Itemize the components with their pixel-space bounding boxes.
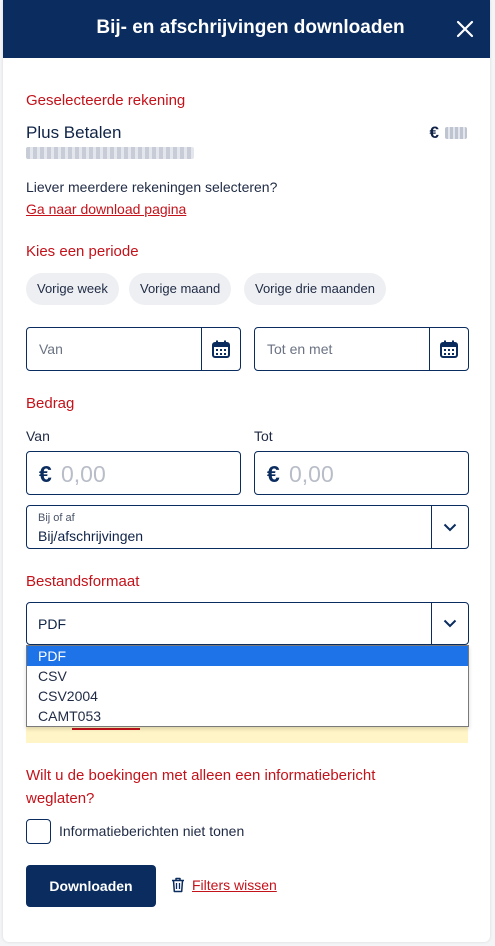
calendar-icon[interactable] bbox=[201, 328, 240, 370]
date-to-field[interactable]: Tot en met bbox=[254, 327, 469, 371]
chevron-down-icon[interactable] bbox=[431, 603, 468, 644]
info-checkbox[interactable] bbox=[26, 819, 51, 844]
format-option-pdf[interactable]: PDF bbox=[27, 646, 468, 666]
download-button[interactable]: Downloaden bbox=[26, 865, 156, 907]
format-option-csv2004[interactable]: CSV2004 bbox=[27, 686, 468, 706]
dialog-title: Bij- en afschrijvingen downloaden bbox=[96, 17, 405, 38]
chip-previous-month[interactable]: Vorige maand bbox=[129, 273, 232, 305]
amount-section-label: Bedrag bbox=[26, 395, 75, 412]
amount-from-placeholder: 0,00 bbox=[61, 461, 106, 487]
account-name: Plus Betalen bbox=[26, 123, 122, 142]
euro-sign: € bbox=[39, 461, 52, 487]
format-section-label: Bestandsformaat bbox=[26, 573, 140, 590]
dialog-header: Bij- en afschrijvingen downloaden bbox=[3, 0, 490, 58]
balance-masked bbox=[445, 127, 467, 139]
info-checkbox-label[interactable]: Informatieberichten niet tonen bbox=[59, 823, 244, 839]
account-section-label: Geselecteerde rekening bbox=[26, 92, 186, 109]
multi-account-question: Liever meerdere rekeningen selecteren? bbox=[26, 179, 278, 195]
date-from-placeholder: Van bbox=[39, 341, 63, 357]
amount-to-label: Tot bbox=[254, 428, 273, 444]
notice-underline bbox=[72, 728, 140, 730]
chip-previous-three-months[interactable]: Vorige drie maanden bbox=[244, 273, 386, 305]
info-question: Wilt u de boekingen met alleen een infor… bbox=[26, 767, 376, 807]
chip-previous-week[interactable]: Vorige week bbox=[26, 273, 119, 305]
amount-from-label: Van bbox=[26, 428, 50, 444]
period-section-label: Kies een periode bbox=[26, 243, 139, 260]
amount-from-input[interactable]: € 0,00 bbox=[26, 451, 241, 495]
format-option-camt053[interactable]: CAMT053 bbox=[27, 706, 468, 726]
download-dialog: Bij- en afschrijvingen downloaden Gesele… bbox=[3, 0, 490, 942]
clear-filters-label: Filters wissen bbox=[192, 877, 277, 893]
trash-icon bbox=[172, 877, 184, 893]
direction-select-value: Bij/afschrijvingen bbox=[38, 528, 144, 544]
direction-select-label: Bij of af bbox=[38, 512, 75, 524]
clear-filters-button[interactable]: Filters wissen bbox=[171, 877, 277, 893]
date-to-placeholder: Tot en met bbox=[267, 341, 333, 357]
close-icon[interactable] bbox=[456, 20, 474, 38]
format-select-value: PDF bbox=[38, 616, 66, 632]
format-option-csv[interactable]: CSV bbox=[27, 666, 468, 686]
direction-select[interactable]: Bij of af Bij/afschrijvingen bbox=[26, 505, 469, 549]
download-page-link[interactable]: Ga naar download pagina bbox=[26, 201, 186, 217]
format-select[interactable]: PDF bbox=[26, 602, 469, 645]
format-dropdown-list: PDF CSV CSV2004 CAMT053 bbox=[26, 645, 469, 727]
calendar-icon[interactable] bbox=[429, 328, 468, 370]
balance-currency: € bbox=[429, 123, 439, 142]
euro-sign: € bbox=[267, 461, 280, 487]
amount-to-placeholder: 0,00 bbox=[289, 461, 334, 487]
account-balance: € bbox=[430, 123, 467, 143]
account-number-masked bbox=[26, 147, 194, 159]
date-from-field[interactable]: Van bbox=[26, 327, 241, 371]
amount-to-input[interactable]: € 0,00 bbox=[254, 451, 469, 495]
chevron-down-icon[interactable] bbox=[431, 506, 468, 548]
